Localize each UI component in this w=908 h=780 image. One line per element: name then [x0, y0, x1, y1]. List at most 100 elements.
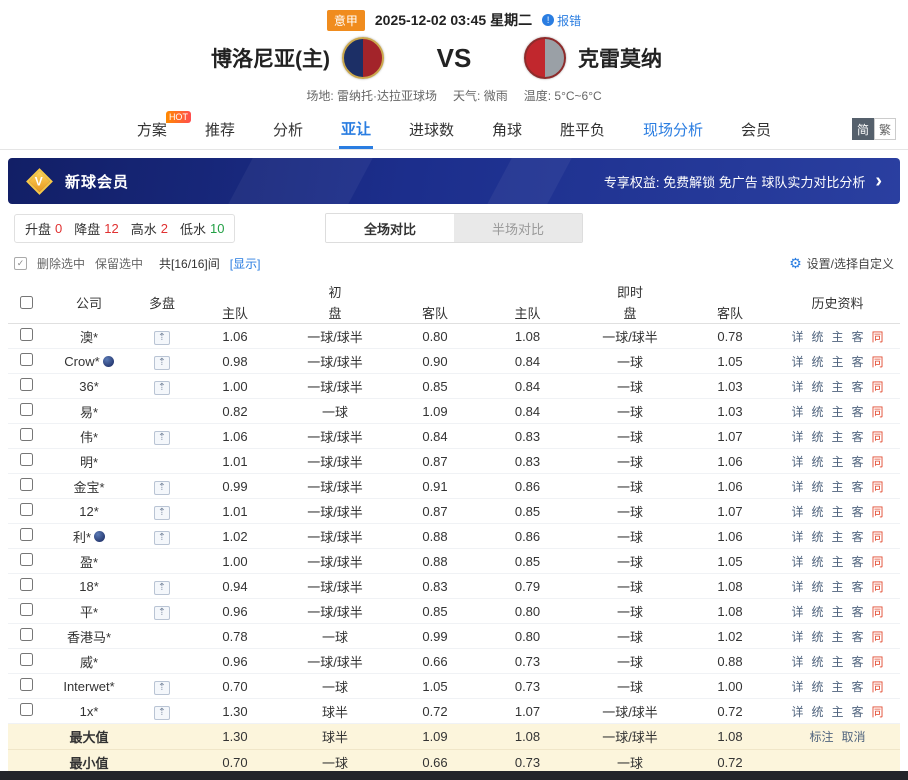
history-link-away[interactable]: 客 — [852, 428, 864, 445]
history-link-same[interactable]: 同 — [872, 353, 884, 370]
row-checkbox[interactable] — [20, 453, 33, 466]
selection-icon[interactable]: ✓ — [14, 257, 27, 270]
history-link-home[interactable]: 主 — [831, 628, 843, 645]
history-link-stat[interactable]: 统 — [811, 353, 823, 370]
filter-low-water[interactable]: 低水10 — [180, 219, 224, 238]
history-link-home[interactable]: 主 — [831, 453, 843, 470]
history-link-away[interactable]: 客 — [852, 403, 864, 420]
vip-banner[interactable]: V 新球会员 专享权益: 免费解锁 免广告 球队实力对比分析 › — [8, 158, 900, 204]
row-checkbox[interactable] — [20, 503, 33, 516]
history-link-detail[interactable]: 详 — [791, 528, 803, 545]
league-badge[interactable]: 意甲 — [327, 10, 365, 31]
nav-item-analysis[interactable]: 分析 — [271, 110, 305, 149]
history-link-home[interactable]: 主 — [831, 703, 843, 720]
company-name[interactable]: 盈* — [80, 552, 98, 571]
history-link-stat[interactable]: 统 — [811, 628, 823, 645]
history-link-stat[interactable]: 统 — [811, 503, 823, 520]
history-link-detail[interactable]: 详 — [791, 628, 803, 645]
history-link-home[interactable]: 主 — [831, 353, 843, 370]
row-checkbox[interactable] — [20, 653, 33, 666]
nav-item-1x2[interactable]: 胜平负 — [558, 110, 607, 149]
row-checkbox[interactable] — [20, 703, 33, 716]
history-link-stat[interactable]: 统 — [811, 403, 823, 420]
history-link-same[interactable]: 同 — [872, 328, 884, 345]
nav-item-live-analysis[interactable]: 现场分析 — [641, 110, 705, 149]
history-link-stat[interactable]: 统 — [811, 453, 823, 470]
history-link-home[interactable]: 主 — [831, 578, 843, 595]
history-link-stat[interactable]: 统 — [811, 328, 823, 345]
company-name[interactable]: 伟* — [80, 427, 98, 446]
multi-odds-icon[interactable]: ⇡ — [154, 431, 170, 445]
company-name[interactable]: 威* — [80, 652, 98, 671]
history-link-same[interactable]: 同 — [872, 578, 884, 595]
history-link-same[interactable]: 同 — [872, 378, 884, 395]
company-name[interactable]: Interwet* — [63, 679, 114, 694]
row-checkbox[interactable] — [20, 403, 33, 416]
history-link-same[interactable]: 同 — [872, 403, 884, 420]
filter-high-water[interactable]: 高水2 — [131, 219, 168, 238]
show-link[interactable]: [显示] — [230, 255, 261, 272]
tab-full-match[interactable]: 全场对比 — [326, 214, 454, 242]
history-link-home[interactable]: 主 — [831, 378, 843, 395]
row-checkbox[interactable] — [20, 528, 33, 541]
history-link-stat[interactable]: 统 — [811, 578, 823, 595]
row-checkbox[interactable] — [20, 353, 33, 366]
company-name[interactable]: 平* — [80, 602, 98, 621]
history-link-home[interactable]: 主 — [831, 653, 843, 670]
row-checkbox[interactable] — [20, 603, 33, 616]
away-team-name[interactable]: 克雷莫纳 — [578, 43, 662, 73]
nav-item-corners[interactable]: 角球 — [490, 110, 524, 149]
multi-odds-icon[interactable]: ⇡ — [154, 356, 170, 370]
company-name[interactable]: 香港马* — [67, 627, 111, 646]
history-link-stat[interactable]: 统 — [811, 603, 823, 620]
history-link-home[interactable]: 主 — [831, 328, 843, 345]
mark-link[interactable]: 标注 — [809, 728, 833, 745]
multi-odds-icon[interactable]: ⇡ — [154, 381, 170, 395]
history-link-detail[interactable]: 详 — [791, 403, 803, 420]
row-checkbox[interactable] — [20, 553, 33, 566]
tab-half-match[interactable]: 半场对比 — [454, 214, 582, 242]
history-link-detail[interactable]: 详 — [791, 478, 803, 495]
report-error-link[interactable]: ! 报错 — [542, 12, 581, 29]
history-link-same[interactable]: 同 — [872, 703, 884, 720]
history-link-home[interactable]: 主 — [831, 428, 843, 445]
history-link-same[interactable]: 同 — [872, 428, 884, 445]
history-link-stat[interactable]: 统 — [811, 678, 823, 695]
history-link-detail[interactable]: 详 — [791, 678, 803, 695]
history-link-detail[interactable]: 详 — [791, 503, 803, 520]
history-link-detail[interactable]: 详 — [791, 328, 803, 345]
multi-odds-icon[interactable]: ⇡ — [154, 681, 170, 695]
company-name[interactable]: 12* — [79, 504, 99, 519]
multi-odds-icon[interactable]: ⇡ — [154, 606, 170, 620]
keep-selected-button[interactable]: 保留选中 — [95, 255, 143, 272]
history-link-away[interactable]: 客 — [852, 478, 864, 495]
history-link-detail[interactable]: 详 — [791, 428, 803, 445]
history-link-detail[interactable]: 详 — [791, 353, 803, 370]
row-checkbox[interactable] — [20, 428, 33, 441]
history-link-away[interactable]: 客 — [852, 678, 864, 695]
nav-item-asian-handicap[interactable]: 亚让 — [339, 110, 373, 149]
history-link-same[interactable]: 同 — [872, 628, 884, 645]
lang-traditional-button[interactable]: 繁 — [874, 118, 896, 140]
company-name[interactable]: Crow* — [64, 354, 99, 369]
history-link-home[interactable]: 主 — [831, 478, 843, 495]
row-checkbox[interactable] — [20, 378, 33, 391]
nav-item-recommend[interactable]: 推荐 — [203, 110, 237, 149]
cancel-link[interactable]: 取消 — [842, 728, 866, 745]
history-link-detail[interactable]: 详 — [791, 453, 803, 470]
history-link-stat[interactable]: 统 — [811, 378, 823, 395]
history-link-stat[interactable]: 统 — [811, 553, 823, 570]
history-link-away[interactable]: 客 — [852, 653, 864, 670]
company-name[interactable]: 澳* — [80, 327, 98, 346]
history-link-detail[interactable]: 详 — [791, 378, 803, 395]
row-checkbox[interactable] — [20, 478, 33, 491]
history-link-away[interactable]: 客 — [852, 578, 864, 595]
row-checkbox[interactable] — [20, 628, 33, 641]
history-link-away[interactable]: 客 — [852, 553, 864, 570]
history-link-away[interactable]: 客 — [852, 703, 864, 720]
history-link-home[interactable]: 主 — [831, 678, 843, 695]
history-link-away[interactable]: 客 — [852, 353, 864, 370]
history-link-stat[interactable]: 统 — [811, 653, 823, 670]
history-link-away[interactable]: 客 — [852, 528, 864, 545]
nav-item-membership[interactable]: 会员 — [739, 110, 773, 149]
